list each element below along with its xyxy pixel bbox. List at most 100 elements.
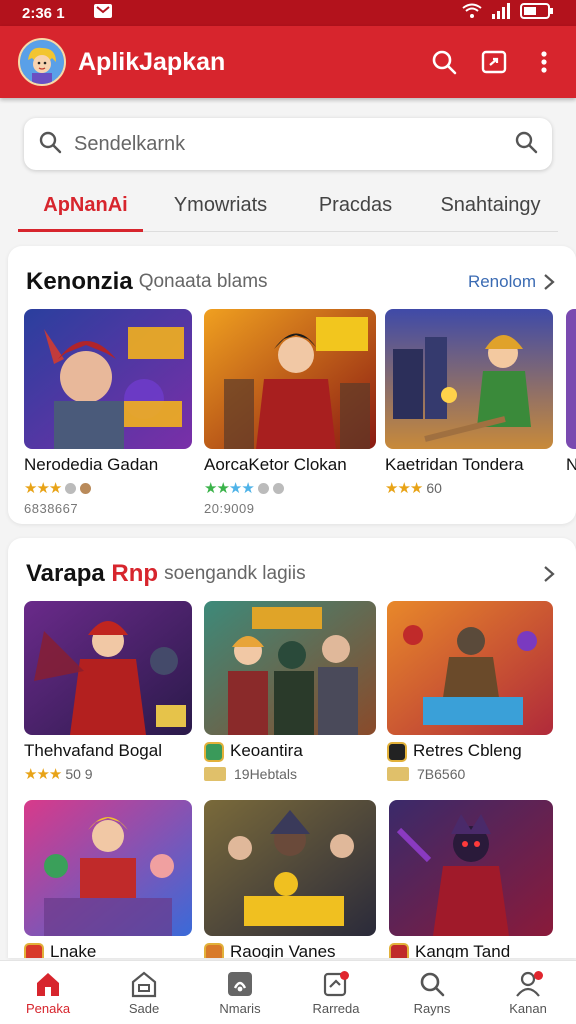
badge-icon [257,482,269,494]
home-icon [33,969,63,999]
star-rating-icon: ★★★ [24,766,62,783]
featured-header: Kenonzia Qonaata blams Renolom [26,266,556,298]
app-name-text: Raogin Vanes [230,942,336,958]
app-thumbnail[interactable] [385,309,553,449]
app-card[interactable]: Lnake [24,800,194,958]
app-card[interactable]: N [566,309,576,475]
app-name: Kaetridan Tondera [385,455,524,474]
section-title-accent: Rnp [111,560,159,587]
nav-label: Kanan [509,1001,547,1016]
app-card[interactable]: AorcaKetor Clokan ★★★★ 20:9009 [204,309,376,516]
tab-3[interactable]: Pracdas [288,180,423,231]
section-title: Varapa Rnp [26,560,158,588]
badge-icon [272,482,284,494]
app-name: Nerodedia Gadan [24,455,159,474]
app-thumbnail[interactable] [389,800,553,936]
section-title-main: Varapa [26,560,105,587]
cast-icon[interactable] [480,48,508,76]
app-rating: ★★★★ [204,479,376,497]
nav-item-search[interactable]: Rayns [384,961,480,1024]
more-vert-icon[interactable] [530,48,558,76]
app-thumbnail[interactable] [204,309,376,449]
status-bar: 2:36 1 [0,0,576,26]
chevron-right-icon[interactable] [542,272,556,292]
search-bar[interactable] [24,118,552,170]
app-icon [204,942,224,958]
app-rating: ★★★ 50 9 [24,765,194,783]
app-downloads: 6838667 [24,501,79,516]
app-rating: 19Hebtals [204,766,376,782]
star-rating-icon: ★★★ [385,480,423,497]
app-name-text: Lnake [50,942,97,958]
app-name-text: Retres Cbleng [413,741,522,760]
app-icon [24,942,44,958]
search-icon[interactable] [430,48,458,76]
avatar[interactable] [18,38,66,86]
section-subtitle: Qonaata blams [138,271,268,292]
chevron-right-icon[interactable] [542,564,556,584]
app-name: Thehvafand Bogal [24,741,162,760]
app-icon [389,942,409,958]
wifi-icon [462,3,482,23]
nav-label: Penaka [25,1001,71,1016]
badge-icon [65,482,77,494]
app-name: AorcaKetor Clokan [204,455,347,474]
nav-label: Rarreda [312,1001,360,1016]
app-thumbnail[interactable] [204,800,376,936]
nav-item-apps[interactable]: Nmaris [192,961,288,1024]
app-name: Keoantira [204,741,376,762]
app-name-text: Kanqm Tand [415,942,511,958]
app-rating: 7B6560 [387,766,555,782]
notification-dot [534,971,543,980]
tab-2[interactable]: Ymowriats [153,180,288,231]
app-thumbnail[interactable] [566,309,576,449]
badge-icon [387,766,409,781]
app-thumbnail[interactable] [387,601,553,735]
app-card[interactable]: Thehvafand Bogal ★★★ 50 9 [24,601,194,783]
app-rating: ★★★ [24,479,194,497]
app-title: AplikJapkan [78,47,226,76]
app-meta: 7B6560 [417,765,466,782]
app-card[interactable]: Nerodedia Gadan ★★★ 6838667 [24,309,194,516]
app-card[interactable]: Kanqm Tand [389,800,555,958]
search-icon [38,130,62,159]
battery-icon [520,3,554,23]
app-card[interactable]: Kaetridan Tondera ★★★ 60 [385,309,555,497]
status-time: 2:36 1 [22,4,65,22]
app-name: N [566,455,576,474]
app-thumbnail[interactable] [204,601,376,735]
nav-item-store[interactable]: Sade [96,961,192,1024]
recommended-header: Varapa Rnp soengandk lagiis [26,558,556,590]
app-icon [387,741,407,762]
app-thumbnail[interactable] [24,601,192,735]
section-subtitle: soengandk lagiis [164,563,306,584]
tab-4[interactable]: Snahtaingy [423,180,558,231]
apps-icon [225,969,255,999]
app-downloads: 20:9009 [204,501,255,516]
search-input[interactable] [74,132,514,156]
app-card[interactable]: Raogin Vanes [204,800,376,958]
app-card[interactable]: Retres Cbleng 7B6560 [387,601,555,782]
search-submit-icon[interactable] [514,130,538,159]
section-title: Kenonzia [26,268,133,295]
tab-1[interactable]: ApNanAi [18,180,153,232]
nav-item-home[interactable]: Penaka [0,961,96,1024]
featured-section: Kenonzia Qonaata blams Renolom Nerodedia… [8,246,576,524]
app-name: Retres Cbleng [387,741,555,762]
nav-label: Nmaris [219,1001,261,1016]
app-bar: AplikJapkan [0,26,576,98]
nav-item-updates[interactable]: Rarreda [288,961,384,1024]
section-more-link[interactable]: Renolom [468,272,536,292]
notification-icon [93,3,113,23]
app-name-text: Keoantira [230,741,303,760]
app-thumbnail[interactable] [24,800,192,936]
app-name: Kanqm Tand [389,942,555,958]
nav-item-account[interactable]: Kanan [480,961,576,1024]
nav-label: Sade [128,1001,160,1016]
badge-icon [80,482,92,494]
star-rating-icon: ★★★ [24,480,62,497]
app-card[interactable]: Keoantira 19Hebtals [204,601,376,782]
signal-icon [492,3,510,23]
app-thumbnail[interactable] [24,309,192,449]
app-meta: 50 9 [65,766,93,782]
